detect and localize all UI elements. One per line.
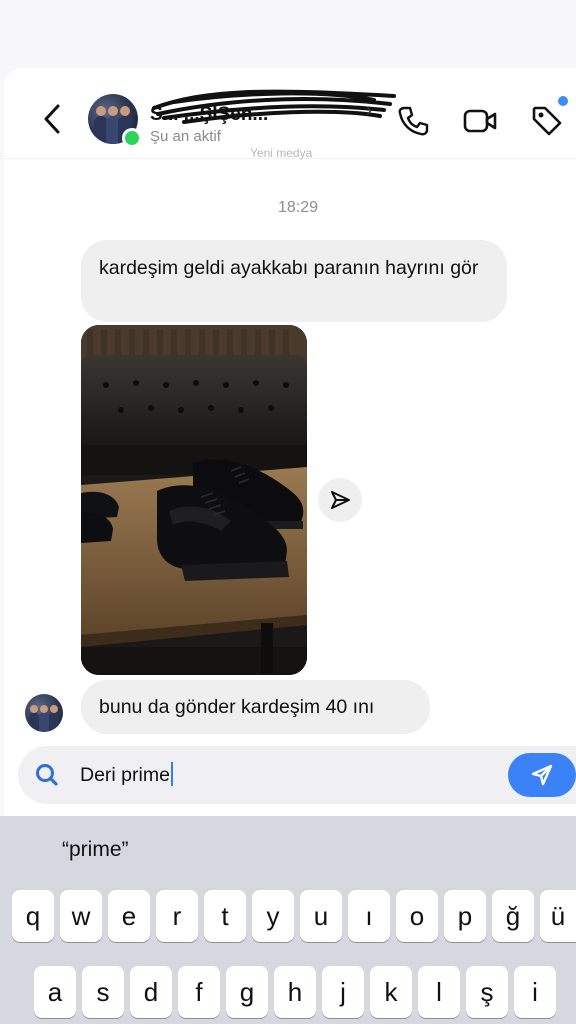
video-call-button[interactable] (462, 104, 497, 138)
key-dotless-i[interactable]: ı (348, 890, 390, 942)
back-icon (44, 104, 60, 134)
contact-status: Şu an aktif (150, 128, 221, 145)
key-j[interactable]: j (322, 966, 364, 1018)
search-icon[interactable] (34, 762, 60, 788)
call-button[interactable] (396, 104, 430, 138)
key-a[interactable]: a (34, 966, 76, 1018)
key-r[interactable]: r (156, 890, 198, 942)
send-icon (531, 764, 553, 786)
key-g[interactable]: g (226, 966, 268, 1018)
message-timestamp: 18:29 (277, 199, 319, 216)
message-bubble[interactable]: kardeşim geldi ayakkabı paranın hayrını … (81, 240, 507, 322)
key-h[interactable]: h (274, 966, 316, 1018)
key-p[interactable]: p (444, 890, 486, 942)
autocomplete-suggestion[interactable]: “prime” (62, 838, 129, 862)
redaction-scribble (152, 89, 396, 124)
key-f[interactable]: f (178, 966, 220, 1018)
key-k[interactable]: k (370, 966, 412, 1018)
shoe-image (81, 325, 307, 675)
key-y[interactable]: y (252, 890, 294, 942)
notification-dot (558, 96, 568, 106)
chevron-right-icon: › (366, 100, 372, 120)
share-button[interactable] (318, 478, 362, 522)
key-u-umlaut[interactable]: ü (540, 890, 576, 942)
key-s-cedilla[interactable]: ş (466, 966, 508, 1018)
message-input-text: Deri prime (80, 764, 170, 786)
status-bar (0, 0, 576, 68)
text-caret (170, 762, 173, 786)
key-l[interactable]: l (418, 966, 460, 1018)
key-o[interactable]: o (396, 890, 438, 942)
key-w[interactable]: w (60, 890, 102, 942)
online-indicator (122, 128, 142, 148)
share-icon (331, 491, 350, 509)
key-d[interactable]: d (130, 966, 172, 1018)
chat-header: S... ...ŞİŞen... › Şu an aktif Yeni medy… (4, 68, 576, 160)
chat-screen: S... ...ŞİŞen... › Şu an aktif Yeni medy… (4, 68, 576, 816)
tag-icon (532, 106, 562, 136)
video-icon (463, 109, 497, 133)
key-q[interactable]: q (12, 890, 54, 942)
key-g-breve[interactable]: ğ (492, 890, 534, 942)
key-u[interactable]: u (300, 890, 342, 942)
keyboard: “prime” q w e r t y u ı o p ğ ü a s d f … (0, 816, 576, 1024)
key-s[interactable]: s (82, 966, 124, 1018)
phone-icon (398, 106, 429, 136)
send-button[interactable] (508, 753, 576, 797)
key-e[interactable]: e (108, 890, 150, 942)
tag-button[interactable] (530, 104, 564, 138)
message-composer: Deri prime (18, 746, 576, 804)
faded-label: Yeni medya (250, 146, 313, 160)
key-i[interactable]: i (514, 966, 556, 1018)
message-input[interactable]: Deri prime (80, 756, 500, 794)
back-button[interactable] (38, 102, 68, 136)
shoe-photo[interactable] (81, 325, 307, 675)
message-bubble[interactable]: bunu da gönder kardeşim 40 ını (81, 680, 430, 734)
sender-avatar[interactable] (25, 694, 63, 732)
key-t[interactable]: t (204, 890, 246, 942)
